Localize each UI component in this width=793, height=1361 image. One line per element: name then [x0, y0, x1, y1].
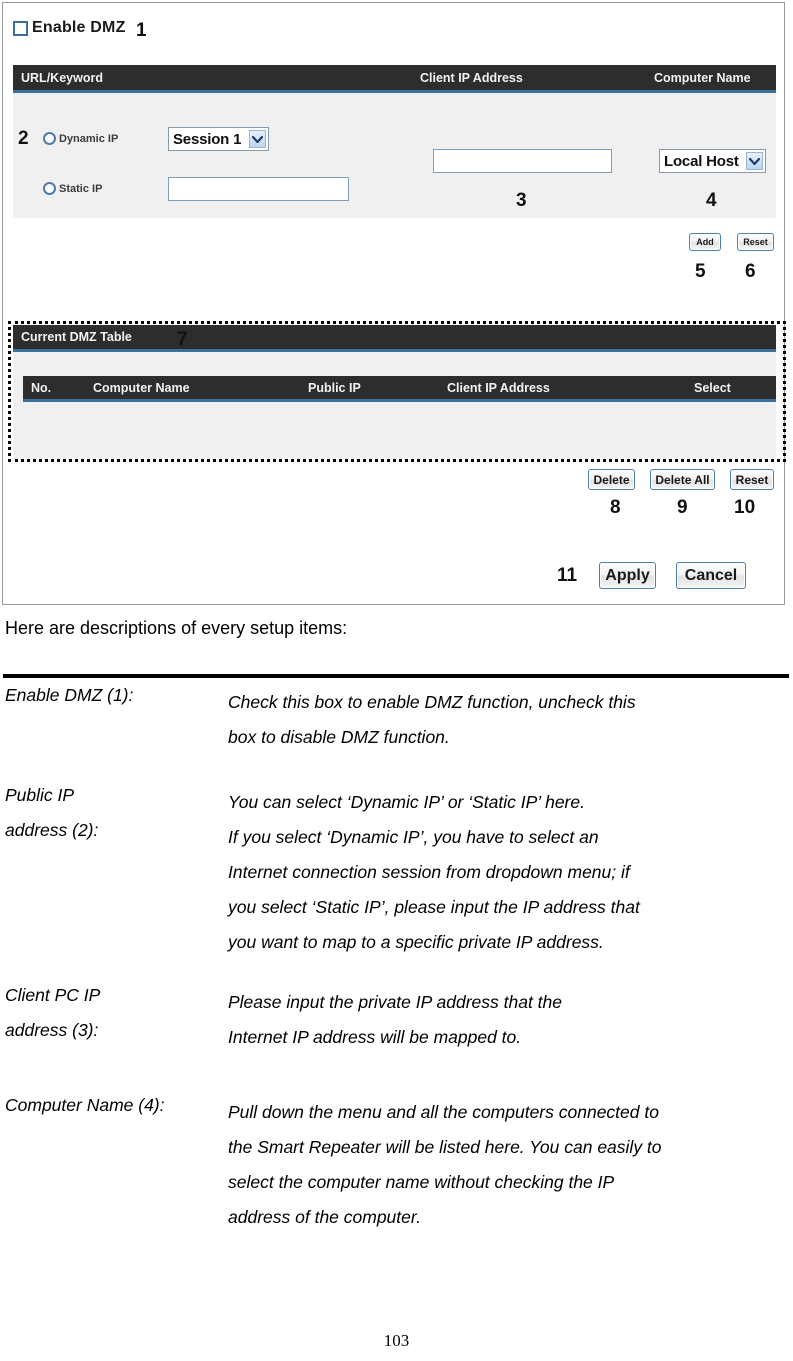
- table-reset-button[interactable]: Reset: [730, 469, 774, 490]
- session-select-value: Session 1: [173, 130, 242, 148]
- callout-4: 4: [706, 190, 717, 211]
- callout-6: 6: [745, 261, 756, 282]
- chevron-down-icon[interactable]: [249, 130, 266, 148]
- desc-line: the Smart Repeater will be listed here. …: [228, 1137, 662, 1157]
- term-client-pc-ip-line2: address (3):: [5, 1020, 99, 1040]
- dynamic-ip-radio-row[interactable]: Dynamic IP: [43, 132, 118, 145]
- dmz-col-public-ip: Public IP: [308, 380, 361, 395]
- dmz-table-title-bar: Current DMZ Table: [13, 325, 776, 352]
- desc-line: You can select ‘Dynamic IP’ or ‘Static I…: [228, 792, 585, 812]
- desc-line: Pull down the menu and all the computers…: [228, 1102, 659, 1122]
- term-enable-dmz: Enable DMZ (1):: [5, 685, 134, 705]
- session-select[interactable]: Session 1: [168, 127, 269, 151]
- dynamic-ip-radio[interactable]: [43, 132, 56, 145]
- desc-public-ip-address: You can select ‘Dynamic IP’ or ‘Static I…: [228, 785, 788, 960]
- page-number: 103: [383, 1331, 410, 1350]
- cancel-button[interactable]: Cancel: [676, 562, 746, 589]
- dmz-col-client-ip-address: Client IP Address: [447, 380, 550, 395]
- desc-computer-name: Pull down the menu and all the computers…: [228, 1095, 788, 1235]
- enable-dmz-label: Enable DMZ: [32, 19, 126, 36]
- client-ip-address-input[interactable]: [433, 149, 612, 173]
- delete-all-button[interactable]: Delete All: [650, 469, 715, 490]
- desc-line: select the computer name without checkin…: [228, 1172, 615, 1192]
- callout-3: 3: [516, 190, 527, 211]
- term-client-pc-ip-line1: Client PC IP: [5, 985, 101, 1005]
- form-reset-button[interactable]: Reset: [737, 233, 774, 251]
- delete-button[interactable]: Delete: [588, 469, 635, 490]
- term-public-ip-line2: address (2):: [5, 820, 99, 840]
- term-public-ip-line1: Public IP: [5, 785, 75, 805]
- static-ip-input[interactable]: [168, 177, 349, 201]
- column-header-url-keyword: URL/Keyword: [21, 70, 103, 85]
- callout-1: 1: [136, 20, 147, 41]
- horizontal-rule: [3, 674, 789, 678]
- static-ip-radio[interactable]: [43, 182, 56, 195]
- computer-name-select[interactable]: Local Host: [659, 149, 766, 173]
- form-column-header-bar: URL/Keyword Client IP Address Computer N…: [13, 65, 776, 93]
- dmz-settings-panel: Enable DMZ 1 URL/Keyword Client IP Addre…: [2, 2, 786, 605]
- desc-enable-dmz: Check this box to enable DMZ function, u…: [228, 685, 788, 755]
- desc-line: Check this box to enable DMZ function, u…: [228, 692, 636, 712]
- column-header-computer-name: Computer Name: [654, 70, 751, 85]
- desc-line: Please input the private IP address that…: [228, 992, 563, 1012]
- desc-line: Internet IP address will be mapped to.: [228, 1027, 522, 1047]
- dynamic-ip-label: Dynamic IP: [59, 132, 119, 145]
- enable-dmz-checkbox[interactable]: [13, 20, 28, 36]
- callout-2: 2: [18, 128, 29, 149]
- dmz-col-select: Select: [694, 380, 731, 395]
- computer-name-select-value: Local Host: [664, 152, 739, 170]
- chevron-down-icon[interactable]: [746, 152, 763, 170]
- dmz-table-title: Current DMZ Table: [21, 330, 132, 344]
- dmz-col-no: No.: [31, 380, 52, 395]
- callout-10: 10: [734, 497, 756, 518]
- dmz-table-column-header: No. Computer Name Public IP Client IP Ad…: [23, 376, 776, 402]
- apply-button[interactable]: Apply: [599, 562, 656, 589]
- callout-5: 5: [695, 261, 706, 282]
- dmz-col-computer-name: Computer Name: [93, 380, 190, 395]
- desc-line: Internet connection session from dropdow…: [228, 862, 630, 882]
- desc-line: you select ‘Static IP’, please input the…: [228, 897, 640, 917]
- desc-line: If you select ‘Dynamic IP’, you have to …: [228, 827, 599, 847]
- intro-text: Here are descriptions of every setup ite…: [5, 618, 348, 638]
- desc-line: you want to map to a specific private IP…: [228, 932, 604, 952]
- desc-client-pc-ip-address: Please input the private IP address that…: [228, 985, 788, 1055]
- callout-8: 8: [610, 497, 621, 518]
- static-ip-label: Static IP: [59, 182, 103, 195]
- term-computer-name: Computer Name (4):: [5, 1095, 165, 1115]
- column-header-client-ip: Client IP Address: [420, 70, 523, 85]
- static-ip-radio-row[interactable]: Static IP: [43, 182, 102, 195]
- desc-line: address of the computer.: [228, 1207, 421, 1227]
- callout-9: 9: [677, 497, 688, 518]
- callout-7: 7: [177, 329, 188, 350]
- add-button[interactable]: Add: [689, 233, 721, 251]
- desc-line: box to disable DMZ function.: [228, 727, 450, 747]
- callout-11: 11: [557, 565, 578, 586]
- enable-dmz-row: Enable DMZ: [13, 17, 126, 39]
- dmz-table-body: [13, 352, 776, 459]
